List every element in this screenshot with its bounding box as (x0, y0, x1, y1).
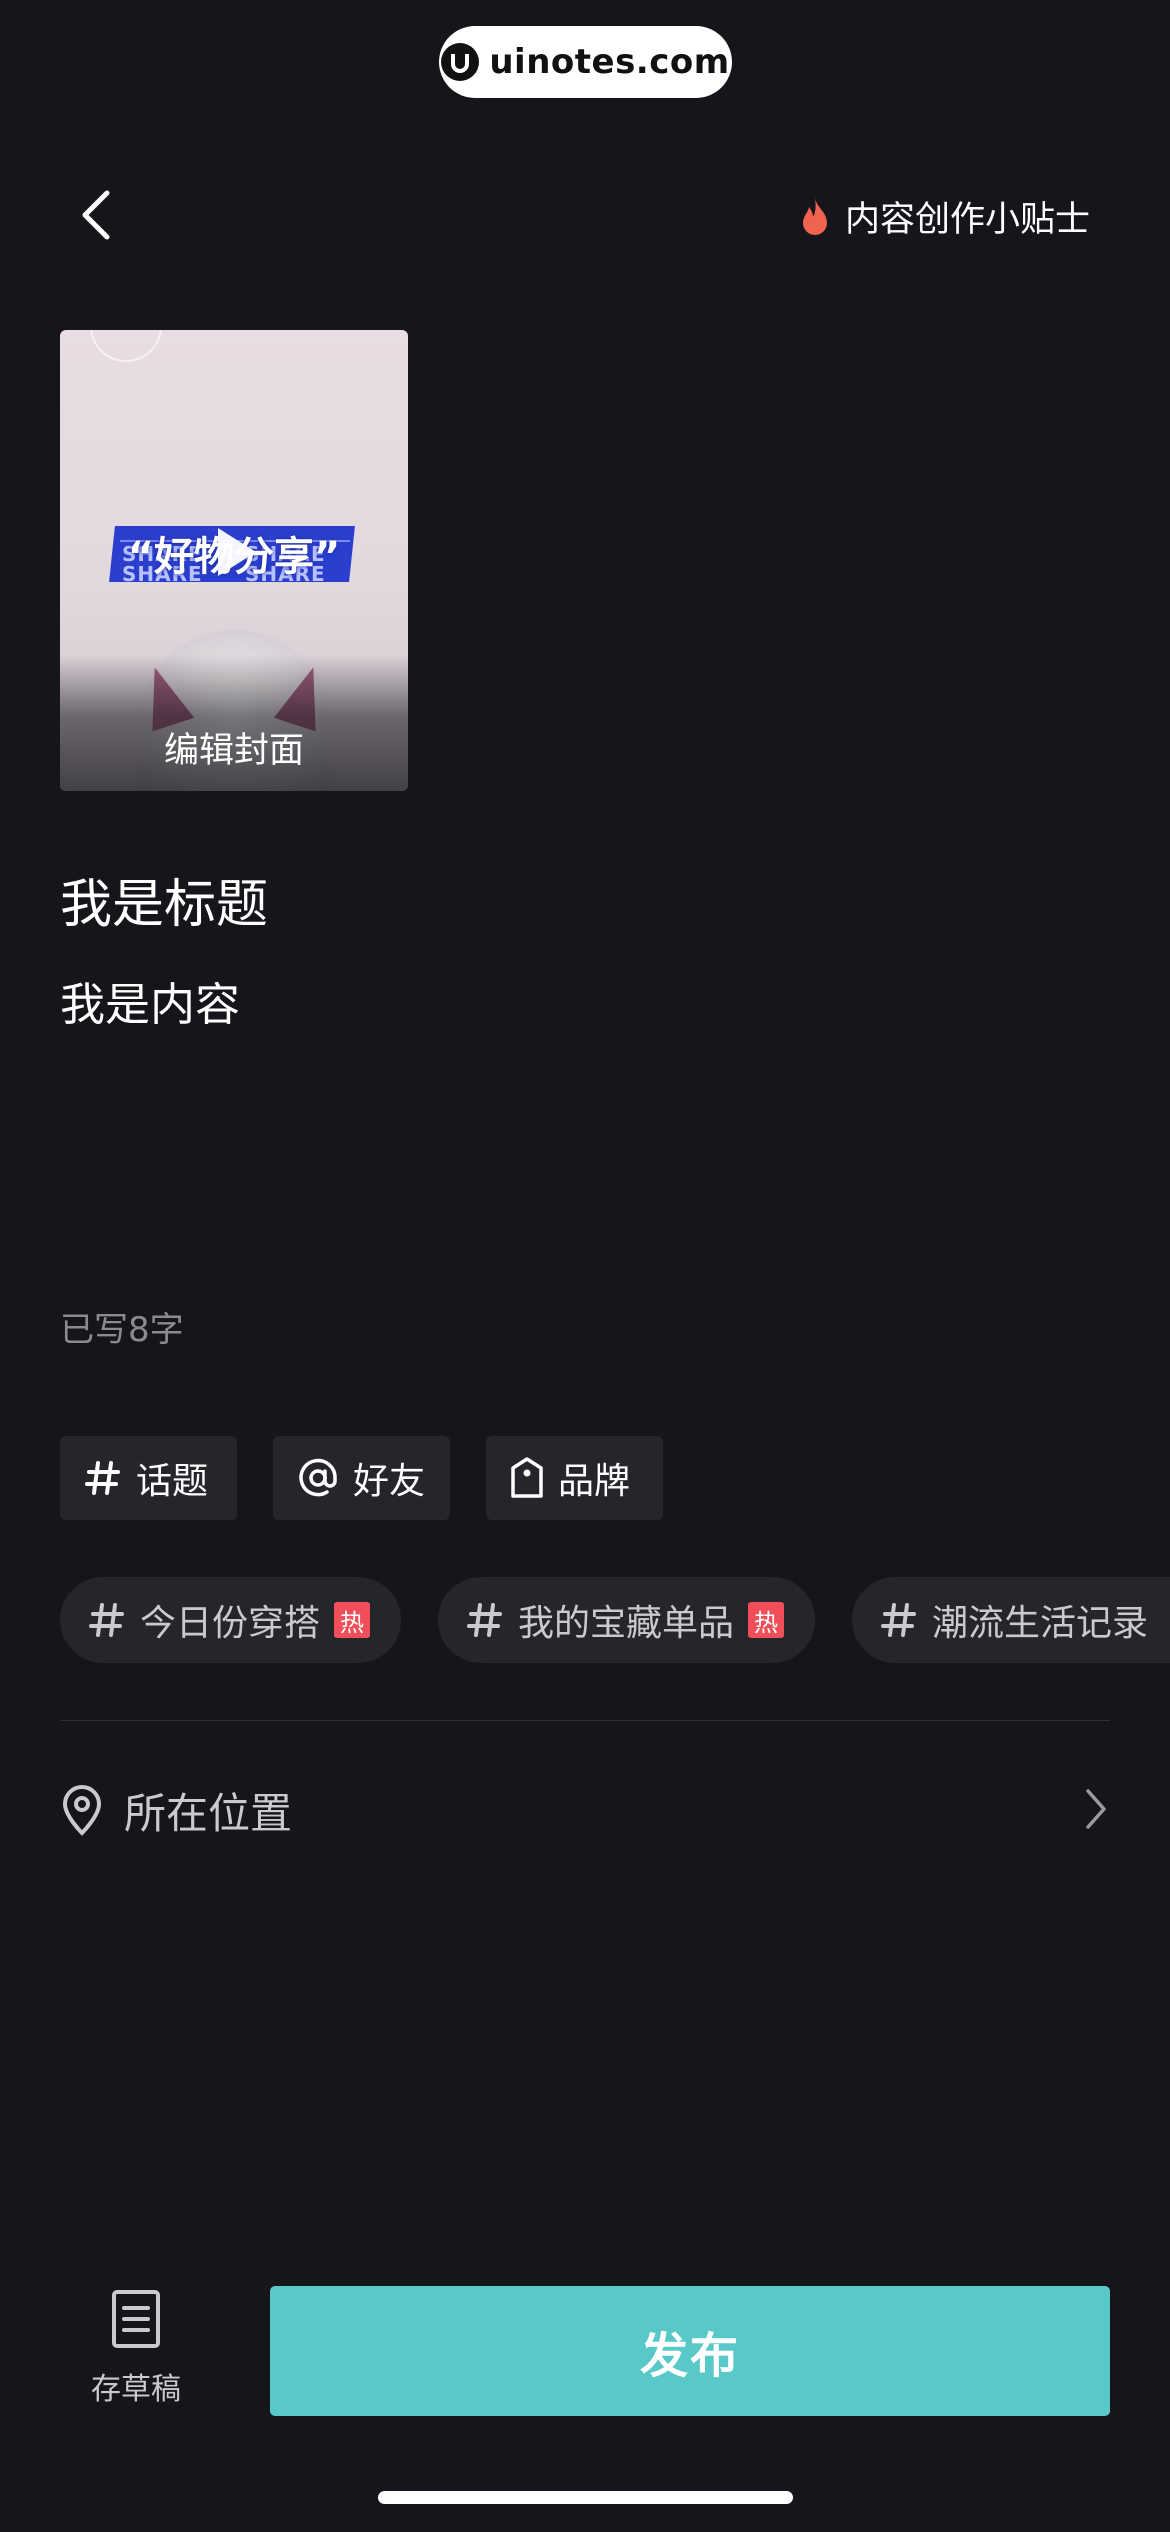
topic-suggestion[interactable]: 潮流生活记录 (852, 1577, 1170, 1663)
edit-cover-label[interactable]: 编辑封面 (60, 722, 408, 773)
watermark-pill: uinotes.com (439, 26, 732, 98)
watermark-text: uinotes.com (489, 42, 730, 82)
location-label: 所在位置 (124, 1788, 293, 1838)
publish-button[interactable]: 发布 (270, 2286, 1110, 2416)
topic-label: 潮流生活记录 (932, 1603, 1149, 1644)
topic-label: 我的宝藏单品 (518, 1603, 735, 1644)
at-icon (299, 1458, 337, 1497)
draft-document-icon (112, 2290, 160, 2348)
chevron-left-icon (82, 190, 110, 240)
hot-badge: 热 (334, 1602, 371, 1638)
chip-label: 品牌 (558, 1461, 631, 1502)
divider (60, 1720, 1110, 1721)
cover-thumbnail[interactable]: SHARE SHARE SHARE SHARE “好物分享” 编辑封面 (60, 330, 408, 791)
topic-label: 今日份穿搭 (140, 1603, 321, 1644)
location-pin-icon (62, 1784, 102, 1836)
cover-decoration (90, 330, 162, 362)
tag-icon (511, 1457, 543, 1498)
chevron-right-icon (1086, 1789, 1106, 1829)
content-tips-label: 内容创作小贴士 (844, 199, 1090, 240)
flame-icon (802, 198, 827, 235)
post-title-field[interactable]: 我是标题 (60, 862, 268, 937)
content-tips-link[interactable]: 内容创作小贴士 (799, 188, 1090, 244)
hash-icon (467, 1603, 502, 1637)
topic-suggestion[interactable]: 今日份穿搭 热 (60, 1577, 401, 1663)
watermark-logo-icon (441, 43, 480, 81)
topic-chip-button[interactable]: 话题 (60, 1436, 237, 1520)
back-button[interactable] (62, 180, 132, 250)
post-body-field[interactable]: 我是内容 (60, 968, 240, 1033)
save-draft-label: 存草稿 (91, 2372, 181, 2407)
home-indicator (378, 2491, 793, 2504)
hash-icon (881, 1603, 916, 1637)
hash-icon (89, 1603, 124, 1637)
hash-icon (85, 1461, 120, 1495)
save-draft-button[interactable]: 存草稿 (72, 2288, 200, 2418)
mention-friend-button[interactable]: 好友 (273, 1436, 450, 1520)
chip-label: 好友 (353, 1461, 426, 1502)
location-row[interactable]: 所在位置 (60, 1770, 1110, 1850)
topic-suggestion[interactable]: 我的宝藏单品 热 (438, 1577, 815, 1663)
brand-chip-button[interactable]: 品牌 (486, 1436, 663, 1520)
chip-label: 话题 (136, 1461, 209, 1502)
publish-label: 发布 (639, 2330, 740, 2383)
play-icon (218, 528, 256, 576)
hot-badge: 热 (748, 1602, 785, 1638)
char-count: 已写8字 (60, 1310, 184, 1350)
